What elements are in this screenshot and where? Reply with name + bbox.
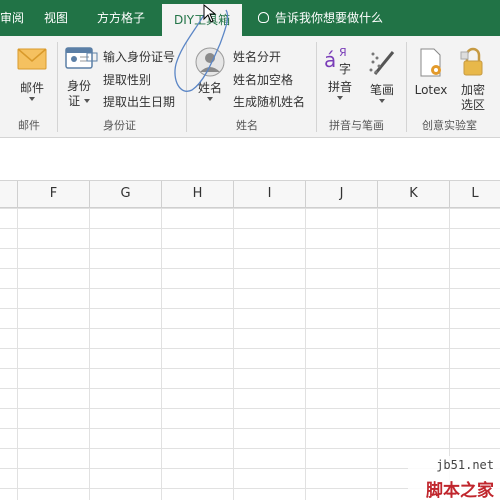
column-header-h[interactable]: H <box>162 181 234 207</box>
column-gridline <box>161 208 162 500</box>
column-header-k[interactable]: K <box>378 181 450 207</box>
column-gridline <box>233 208 234 500</box>
watermark-brand: 脚本之家 <box>426 481 494 501</box>
column-header-l[interactable]: L <box>450 181 500 207</box>
mouse-cursor-icon <box>203 4 217 23</box>
column-header-f[interactable]: F <box>18 181 90 207</box>
column-gridline <box>377 208 378 500</box>
column-header-row: F G H I J K L <box>0 181 500 208</box>
formula-bar-area[interactable] <box>0 138 500 181</box>
column-gridline <box>305 208 306 500</box>
column-gridline <box>17 208 18 500</box>
column-header-i[interactable]: I <box>234 181 306 207</box>
column-header-j[interactable]: J <box>306 181 378 207</box>
watermark-url: jb51.net <box>436 458 494 472</box>
annotation-stroke <box>174 7 229 92</box>
column-gridline <box>89 208 90 500</box>
column-header-partial[interactable] <box>0 181 18 207</box>
watermark: jb51.net 脚本之家 <box>408 456 500 501</box>
column-header-g[interactable]: G <box>90 181 162 207</box>
